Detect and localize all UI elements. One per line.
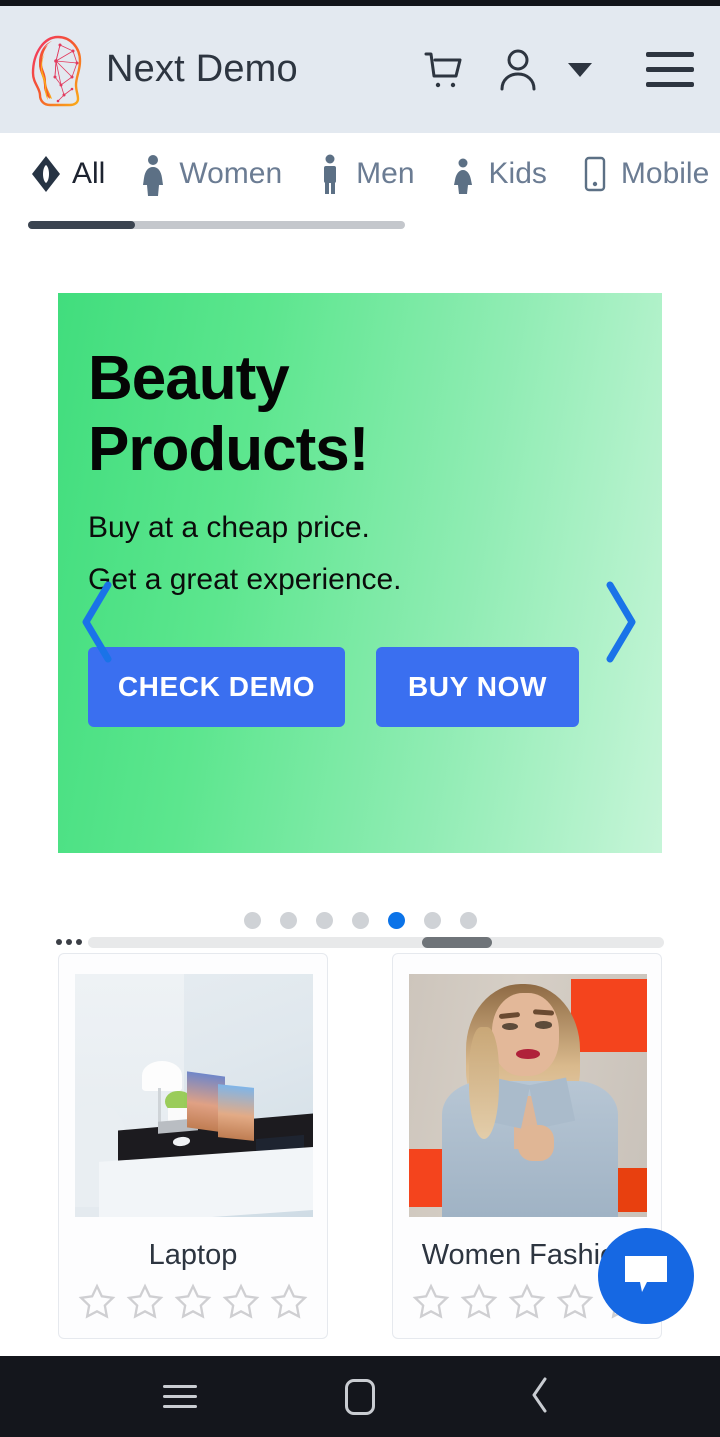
hero-slide: Beauty Products! Buy at a cheap price. G…: [58, 293, 662, 853]
hero-subtitle-1: Buy at a cheap price.: [88, 511, 370, 544]
recents-icon: [163, 1385, 197, 1408]
carousel-dot[interactable]: [243, 912, 261, 929]
back-button[interactable]: [500, 1367, 580, 1427]
app-header: Next Demo: [0, 6, 720, 133]
carousel-next-button[interactable]: [598, 580, 642, 666]
hero-title-line2: Products!: [88, 415, 369, 485]
star-icon[interactable]: [221, 1282, 261, 1322]
star-icon[interactable]: [459, 1282, 499, 1322]
header-actions: [418, 44, 694, 96]
diamond-icon: [28, 152, 64, 196]
carousel-dot[interactable]: [351, 912, 369, 929]
category-label: Men: [356, 157, 415, 190]
carousel-dots: [0, 912, 720, 929]
android-navigation-bar: [0, 1356, 720, 1437]
star-icon[interactable]: [173, 1282, 213, 1322]
star-icon[interactable]: [411, 1282, 451, 1322]
head-network-logo-icon: [28, 33, 86, 107]
carousel-prev-button[interactable]: [76, 580, 120, 666]
man-figure-icon: [312, 152, 348, 196]
check-demo-button[interactable]: CHECK DEMO: [88, 647, 345, 727]
recents-button[interactable]: [140, 1367, 220, 1427]
category-label: Mobile: [620, 157, 710, 190]
brand[interactable]: Next Demo: [28, 33, 418, 107]
category-label: All: [72, 157, 106, 190]
carousel-dot[interactable]: [315, 912, 333, 929]
category-tab-women[interactable]: Women: [135, 152, 282, 196]
woman-figure-icon: [135, 152, 171, 196]
chevron-right-icon: [598, 579, 642, 668]
app-title: Next Demo: [106, 48, 298, 90]
hero-carousel: Beauty Products! Buy at a cheap price. G…: [58, 293, 662, 853]
woman-denim-photo: [409, 974, 647, 1217]
back-chevron-icon: [527, 1375, 553, 1418]
product-scrollbar-thumb[interactable]: [422, 936, 493, 948]
laptop-desk-photo: [75, 974, 313, 1217]
category-label: Women: [179, 157, 283, 190]
chat-fab-button[interactable]: [598, 1228, 694, 1324]
hero-title: Beauty Products!: [88, 343, 369, 486]
hamburger-menu-icon[interactable]: [646, 52, 694, 87]
home-button[interactable]: [320, 1367, 400, 1427]
category-tab-bar: All Women Men Kids Mobile: [0, 133, 720, 243]
category-tab-kids[interactable]: Kids: [445, 152, 547, 196]
chevron-down-icon[interactable]: [568, 62, 592, 77]
hero-subtitle-2: Get a great experience.: [88, 563, 402, 596]
product-scrollbar[interactable]: [88, 936, 664, 948]
carousel-dot-active[interactable]: [387, 912, 405, 929]
phone-screen: Next Demo All Women Men Kids Mobile Beau…: [0, 0, 720, 1437]
category-scrollbar-thumb[interactable]: [28, 221, 135, 229]
star-icon[interactable]: [77, 1282, 117, 1322]
hero-title-line1: Beauty: [88, 344, 290, 413]
star-icon[interactable]: [125, 1282, 165, 1322]
smartphone-icon: [577, 152, 613, 196]
chat-bubble-icon: [621, 1252, 671, 1301]
category-scrollbar[interactable]: [28, 221, 405, 229]
star-icon[interactable]: [269, 1282, 309, 1322]
carousel-dot[interactable]: [423, 912, 441, 929]
star-icon[interactable]: [507, 1282, 547, 1322]
star-icon[interactable]: [555, 1282, 595, 1322]
category-label: Kids: [488, 157, 547, 190]
user-account-icon[interactable]: [494, 44, 542, 96]
category-tab-mobile[interactable]: Mobile: [577, 152, 709, 196]
product-card-laptop[interactable]: Laptop: [58, 953, 328, 1339]
carousel-dot[interactable]: [459, 912, 477, 929]
product-rating[interactable]: [75, 1282, 311, 1338]
ellipsis-icon: [56, 939, 82, 945]
child-figure-icon: [445, 152, 481, 196]
home-icon: [345, 1378, 375, 1415]
category-tab-all[interactable]: All: [28, 152, 105, 196]
carousel-dot[interactable]: [279, 912, 297, 929]
chevron-left-icon: [76, 579, 120, 668]
product-scroll-row: [56, 934, 664, 950]
category-list[interactable]: All Women Men Kids Mobile: [0, 133, 720, 215]
hero-buttons: CHECK DEMO BUY NOW: [88, 647, 579, 727]
category-tab-men[interactable]: Men: [312, 152, 415, 196]
buy-now-button[interactable]: BUY NOW: [376, 647, 579, 727]
product-title: Laptop: [148, 1239, 238, 1271]
shopping-cart-icon[interactable]: [418, 44, 470, 96]
